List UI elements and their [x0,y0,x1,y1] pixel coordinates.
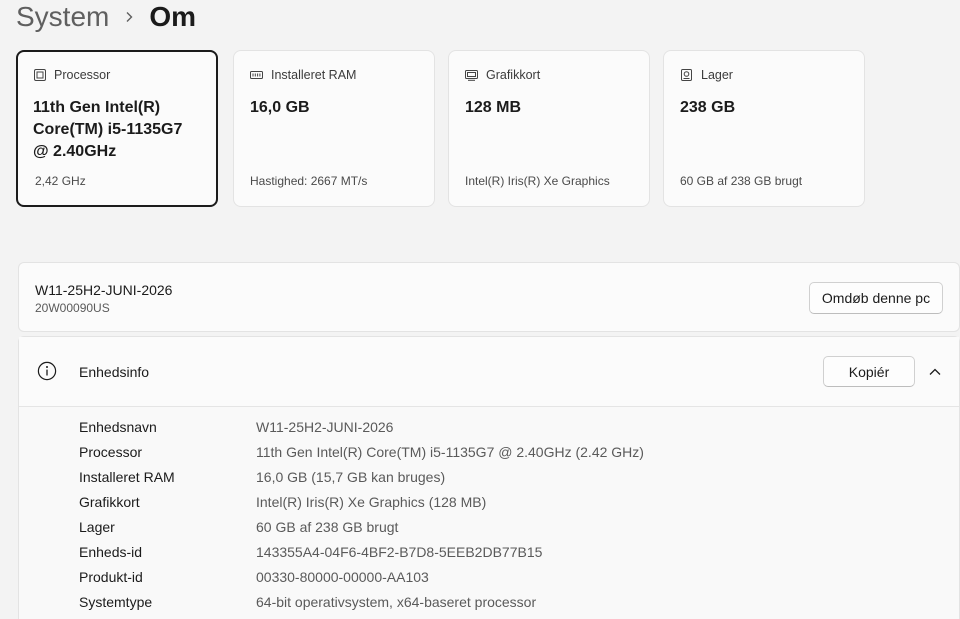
spec-value: 16,0 GB (15,7 GB kan bruges) [256,469,446,485]
spec-row-device-name: Enhedsnavn W11-25H2-JUNI-2026 [19,415,959,440]
spec-label: Produkt-id [79,569,143,585]
device-info-title: Enhedsinfo [79,364,150,380]
breadcrumb-system-link[interactable]: System [16,1,109,33]
spec-row-product-id: Produkt-id 00330-80000-00000-AA103 [19,565,959,590]
card-label: Grafikkort [486,68,541,82]
spec-value: 64-bit operativsystem, x64-baseret proce… [256,594,537,610]
graphics-card-icon [465,69,478,82]
card-subtext: 2,42 GHz [35,174,86,188]
spec-value: 00330-80000-00000-AA103 [256,569,429,585]
spec-row-ram: Installeret RAM 16,0 GB (15,7 GB kan bru… [19,465,959,490]
card-value: 11th Gen Intel(R) Core(TM) i5-1135G7 @ 2… [33,99,183,160]
spec-row-storage: Lager 60 GB af 238 GB brugt [19,515,959,540]
card-value: 128 MB [465,99,522,116]
card-label: Installeret RAM [271,68,357,82]
spec-row-device-id: Enheds-id 143355A4-04F6-4BF2-B7D8-5EEB2D… [19,540,959,565]
spec-value: Intel(R) Iris(R) Xe Graphics (128 MB) [256,494,487,510]
spec-label: Enheds-id [79,544,143,560]
card-subtext: 60 GB af 238 GB brugt [680,174,803,188]
info-icon [37,361,57,381]
spec-label: Systemtype [79,594,153,610]
chevron-right-icon [109,0,149,34]
spec-row-system-type: Systemtype 64-bit operativsystem, x64-ba… [19,590,959,615]
spec-value: 143355A4-04F6-4BF2-B7D8-5EEB2DB77B15 [256,544,543,560]
page-title: Om [149,1,197,32]
rename-pc-button[interactable]: Omdøb denne pc [809,282,943,314]
spec-row-graphics: Grafikkort Intel(R) Iris(R) Xe Graphics … [19,490,959,515]
spec-value: 60 GB af 238 GB brugt [256,519,399,535]
device-name: W11-25H2-JUNI-2026 [35,282,173,298]
device-model: 20W00090US [35,301,110,315]
chevron-up-icon[interactable] [927,364,943,380]
storage-icon [680,69,693,82]
card-storage[interactable]: Lager 238 GB 60 GB af 238 GB brugt [663,50,865,207]
spec-label: Lager [79,519,115,535]
ram-icon [250,69,263,82]
spec-label: Installeret RAM [79,469,175,485]
card-label: Processor [54,68,111,82]
spec-value: W11-25H2-JUNI-2026 [256,419,394,435]
card-ram[interactable]: Installeret RAM 16,0 GB Hastighed: 2667 … [233,50,435,207]
card-subtext: Intel(R) Iris(R) Xe Graphics [465,174,610,188]
card-graphics[interactable]: Grafikkort 128 MB Intel(R) Iris(R) Xe Gr… [448,50,650,207]
copy-button[interactable]: Kopiér [823,356,915,387]
device-info-panel: Enhedsinfo Kopiér Enhedsnavn W11-25H2-JU… [18,336,960,619]
processor-icon [33,69,46,82]
spec-label: Grafikkort [79,494,140,510]
breadcrumb: System Om [16,0,196,34]
card-processor[interactable]: Processor 11th Gen Intel(R) Core(TM) i5-… [16,50,218,207]
spec-label: Enhedsnavn [79,419,157,435]
card-label: Lager [701,68,733,82]
card-value: 16,0 GB [250,99,310,116]
spec-label: Processor [79,444,143,460]
device-name-panel: W11-25H2-JUNI-2026 20W00090US Omdøb denn… [18,262,960,332]
device-info-header[interactable]: Enhedsinfo Kopiér [19,337,959,407]
card-subtext: Hastighed: 2667 MT/s [250,174,368,188]
spec-row-processor: Processor 11th Gen Intel(R) Core(TM) i5-… [19,440,959,465]
card-value: 238 GB [680,99,736,116]
spec-value: 11th Gen Intel(R) Core(TM) i5-1135G7 @ 2… [256,444,644,460]
